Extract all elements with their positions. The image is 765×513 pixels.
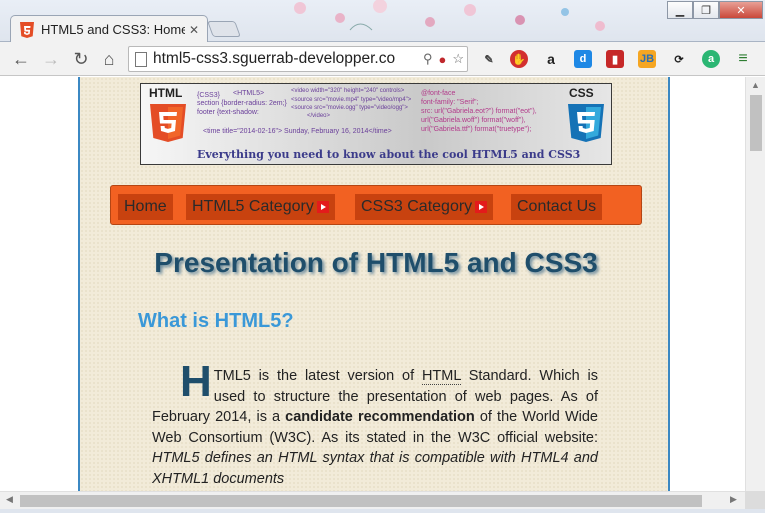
banner-code-line: <HTML5> [233, 90, 265, 97]
page-icon [135, 51, 147, 67]
extension-book-icon[interactable]: ▮ [606, 50, 624, 68]
extension-a-icon[interactable]: a [702, 50, 720, 68]
banner-code-line: @font-face [421, 90, 456, 97]
submenu-arrow-icon [475, 201, 488, 213]
banner-tagline: Everything you need to know about the co… [197, 148, 581, 161]
banner-code-line: {CSS3} [197, 92, 220, 99]
window-titlebar: HTML5 and CSS3: Home F ✕ ▁ ❐ ✕ [0, 0, 765, 43]
banner-code-line: url("Gabriela.woff") format("woff"), [421, 117, 526, 124]
forward-button[interactable]: → [40, 48, 62, 70]
banner-code-line: section {border-radius: 2em;} [197, 100, 287, 107]
css-label: CSS [569, 86, 594, 100]
address-bar[interactable]: html5-css3.sguerrab-developper.co ⚲ ● ☆ [128, 46, 468, 72]
new-tab-button[interactable] [207, 21, 241, 37]
nav-item-home[interactable]: Home [118, 194, 173, 220]
block-icon[interactable]: ● [438, 52, 446, 67]
menu-hamburger-icon[interactable]: ≡ [734, 50, 752, 68]
horizontal-scroll-thumb[interactable] [20, 495, 702, 507]
extension-pen-icon[interactable]: ✎ [480, 50, 498, 68]
banner-code-line: footer {text-shadow: [197, 109, 259, 116]
intro-paragraph: H TML5 is the latest version of HTML Sta… [152, 357, 598, 489]
site-banner: HTML {CSS3} <HTML5> <video width="320" h… [140, 83, 612, 165]
floral-decoration [294, 0, 605, 31]
banner-code-line: url("Gabriela.ttf") format("truetype"); [421, 126, 532, 133]
close-window-button[interactable]: ✕ [719, 1, 763, 19]
banner-code-line: src: url("Gabriela.eot?") format("eot"), [421, 108, 537, 115]
scroll-right-icon[interactable]: ▶ [730, 494, 737, 505]
vertical-scrollbar[interactable]: ▲ [745, 77, 765, 491]
banner-code-line: </video> [307, 113, 331, 119]
url-text[interactable]: html5-css3.sguerrab-developper.co [153, 50, 420, 68]
back-button[interactable]: ← [10, 48, 32, 70]
page-title: Presentation of HTML5 and CSS3 [154, 247, 598, 278]
banner-code-line: <source src="movie.mp4" type="video/mp4"… [291, 97, 412, 103]
scroll-up-icon[interactable]: ▲ [751, 80, 760, 90]
banner-code-line: <time title="2014-02-16"> Sunday, Februa… [203, 128, 392, 135]
nav-item-label: Contact Us [517, 198, 597, 215]
bookmark-star-icon[interactable]: ☆ [452, 51, 464, 67]
maximize-button[interactable]: ❐ [693, 1, 719, 19]
tab-title: HTML5 and CSS3: Home F [41, 22, 185, 37]
browser-tab[interactable]: HTML5 and CSS3: Home F ✕ [10, 15, 208, 43]
paragraph-bold: candidate recommendation [285, 409, 475, 425]
window-bottom-border [0, 509, 765, 513]
tab-close-icon[interactable]: ✕ [189, 23, 199, 37]
extension-jb-icon[interactable]: JB [638, 50, 656, 68]
page-viewport: HTML {CSS3} <HTML5> <video width="320" h… [0, 77, 745, 491]
reload-button[interactable]: ↻ [70, 48, 92, 70]
minimize-button[interactable]: ▁ [667, 1, 693, 19]
nav-item-label: HTML5 Category [192, 198, 314, 215]
banner-code-line: <video width="320" height="240" controls… [291, 88, 405, 94]
banner-code-line: font-family: "Serif"; [421, 99, 479, 106]
browser-toolbar: ← → ↻ ⌂ html5-css3.sguerrab-developper.c… [0, 42, 765, 76]
html5-favicon-icon [20, 21, 34, 38]
home-button[interactable]: ⌂ [98, 48, 120, 70]
dropcap-letter: H [180, 357, 212, 406]
nav-item-css3-category[interactable]: CSS3 Category [355, 194, 494, 220]
paragraph-quote: HTML5 defines an HTML syntax that is com… [152, 450, 598, 487]
main-nav: Home HTML5 Category CSS3 Category Contac… [110, 185, 642, 225]
html-label: HTML [149, 86, 183, 100]
banner-code-line: <source src="movie.ogg" type="video/ogg"… [291, 105, 408, 111]
extension-amazon-icon[interactable]: a [542, 50, 560, 68]
paragraph-text: TML5 is the latest version of [213, 368, 422, 384]
vertical-scroll-thumb[interactable] [750, 95, 762, 151]
nav-item-html5-category[interactable]: HTML5 Category [186, 194, 335, 220]
horizontal-scrollbar[interactable]: ◀ ▶ [0, 491, 745, 509]
search-icon[interactable]: ⚲ [423, 51, 433, 67]
section-heading: What is HTML5? [138, 310, 294, 332]
submenu-arrow-icon [316, 201, 329, 213]
nav-item-label: CSS3 Category [361, 198, 473, 215]
nav-item-label: Home [124, 198, 167, 215]
html-abbr[interactable]: HTML [421, 368, 461, 385]
nav-item-contact-us[interactable]: Contact Us [511, 194, 603, 220]
extension-d-icon[interactable]: d [574, 50, 592, 68]
page-container: HTML {CSS3} <HTML5> <video width="320" h… [78, 77, 670, 491]
scroll-left-icon[interactable]: ◀ [6, 494, 13, 505]
extension-sync-icon[interactable]: ⟳ [670, 50, 688, 68]
extension-stop-icon[interactable]: ✋ [510, 50, 528, 68]
